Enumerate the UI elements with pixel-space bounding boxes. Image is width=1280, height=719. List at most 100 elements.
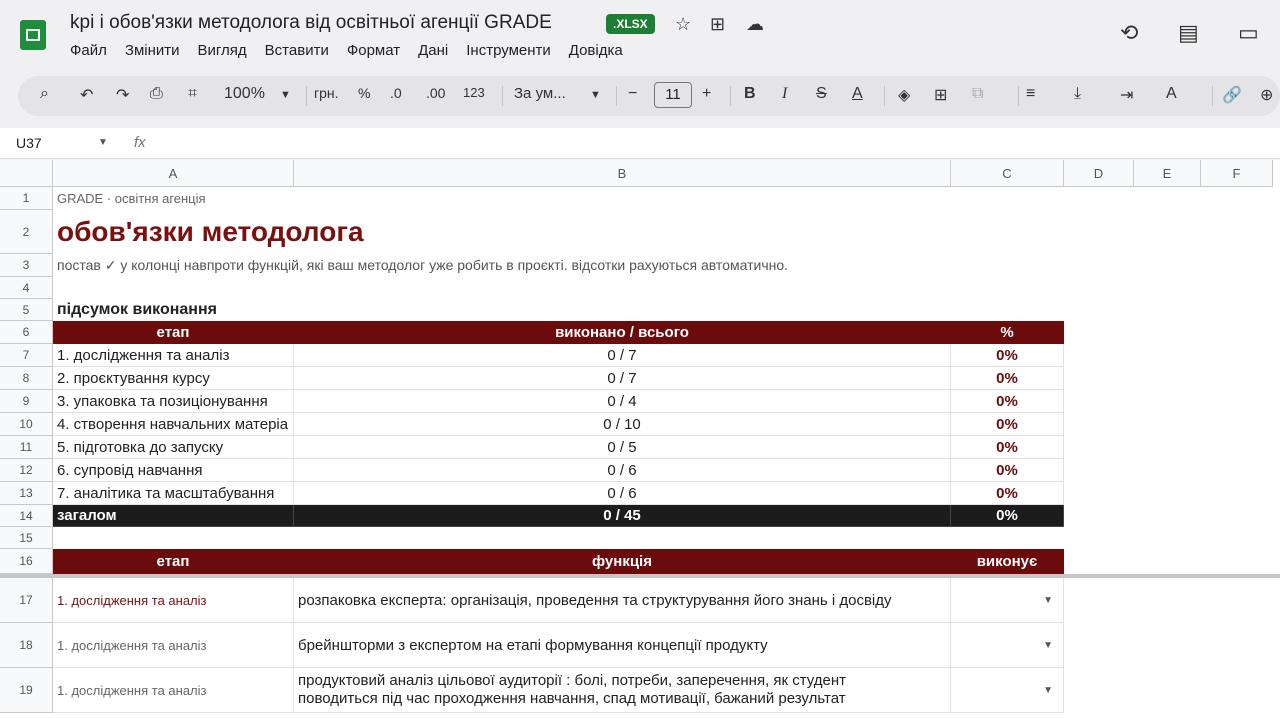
row-header-12[interactable]: 12 — [0, 459, 53, 482]
name-box[interactable]: U37 — [16, 135, 42, 151]
function-description[interactable]: брейншторми з експертом на етапі формува… — [294, 623, 951, 668]
row-header-7[interactable]: 7 — [0, 344, 53, 367]
column-header-f[interactable]: F — [1201, 160, 1273, 187]
column-header-a[interactable]: A — [53, 160, 294, 187]
insert-link-icon[interactable]: 🔗 — [1222, 85, 1242, 105]
summary-stage[interactable]: 4. створення навчальних матеріа — [53, 413, 294, 436]
name-box-dropdown-icon[interactable]: ▼ — [98, 137, 108, 148]
undo-icon[interactable]: ↶ — [80, 85, 93, 105]
select-all-corner[interactable] — [0, 160, 53, 187]
summary-done[interactable]: 0 / 4 — [294, 390, 951, 413]
horizontal-align-icon[interactable]: ≡ — [1026, 85, 1035, 103]
row-header-1[interactable]: 1 — [0, 187, 53, 210]
summary-percent[interactable]: 0% — [951, 413, 1064, 436]
print-icon[interactable]: ⎙ — [150, 85, 163, 103]
strikethrough-icon[interactable]: S — [816, 85, 827, 103]
percent-format-button[interactable]: % — [358, 85, 370, 101]
row-header-10[interactable]: 10 — [0, 413, 53, 436]
row-header-17[interactable]: 17 — [0, 578, 53, 623]
performs-dropdown[interactable]: ▼ — [951, 623, 1064, 668]
functions-header-stage[interactable]: етап — [53, 549, 294, 574]
row-header-6[interactable]: 6 — [0, 321, 53, 344]
increase-font-size-icon[interactable]: + — [702, 85, 711, 103]
summary-percent[interactable]: 0% — [951, 367, 1064, 390]
function-stage[interactable]: 1. дослідження та аналіз — [53, 623, 294, 668]
functions-header-function[interactable]: функція — [294, 549, 951, 574]
borders-icon[interactable]: ⊞ — [934, 85, 947, 105]
column-header-d[interactable]: D — [1064, 160, 1134, 187]
summary-stage[interactable]: 1. дослідження та аналіз — [53, 344, 294, 367]
summary-done[interactable]: 0 / 10 — [294, 413, 951, 436]
summary-percent[interactable]: 0% — [951, 436, 1064, 459]
cloud-status-icon[interactable]: ☁ — [746, 14, 764, 35]
menu-data[interactable]: Дані — [418, 42, 448, 59]
column-header-c[interactable]: C — [951, 160, 1064, 187]
zoom-select[interactable]: 100% — [224, 85, 265, 103]
summary-done[interactable]: 0 / 7 — [294, 344, 951, 367]
function-stage[interactable]: 1. дослідження та аналіз — [53, 578, 294, 623]
sheet-instructions[interactable]: постав ✓ у колонці навпроти функцій, які… — [53, 254, 951, 277]
italic-icon[interactable]: I — [782, 85, 787, 103]
row-header-13[interactable]: 13 — [0, 482, 53, 505]
number-format-button[interactable]: 123 — [463, 85, 485, 100]
merge-cells-icon[interactable]: ⧉ — [972, 85, 983, 103]
summary-stage[interactable]: 2. проєктування курсу — [53, 367, 294, 390]
summary-heading[interactable]: підсумок виконання — [53, 299, 951, 321]
summary-header-done[interactable]: виконано / всього — [294, 321, 951, 344]
currency-format-button[interactable]: грн. — [314, 85, 339, 101]
summary-done[interactable]: 0 / 7 — [294, 367, 951, 390]
summary-header-stage[interactable]: етап — [53, 321, 294, 344]
cell-a1[interactable]: GRADE · освітня агенція — [53, 187, 951, 210]
row-header-3[interactable]: 3 — [0, 254, 53, 277]
row-header-15[interactable]: 15 — [0, 527, 53, 549]
summary-percent[interactable]: 0% — [951, 459, 1064, 482]
column-header-b[interactable]: B — [294, 160, 951, 187]
summary-percent[interactable]: 0% — [951, 390, 1064, 413]
bold-icon[interactable]: B — [744, 85, 756, 103]
summary-percent[interactable]: 0% — [951, 482, 1064, 505]
history-icon[interactable]: ⟲ — [1120, 20, 1138, 46]
row-header-9[interactable]: 9 — [0, 390, 53, 413]
text-rotation-icon[interactable]: A — [1166, 85, 1177, 103]
dropdown-arrow-icon[interactable]: ▼ — [1043, 685, 1053, 696]
functions-header-performs[interactable]: виконує — [951, 549, 1064, 574]
decrease-font-size-icon[interactable]: − — [628, 85, 637, 103]
row-header-19[interactable]: 19 — [0, 668, 53, 713]
redo-icon[interactable]: ↷ — [116, 85, 129, 105]
move-folder-icon[interactable]: ⊞ — [710, 14, 725, 35]
vertical-align-icon[interactable]: ⤓ — [1074, 85, 1081, 103]
function-description[interactable]: розпаковка експерта: організація, провед… — [294, 578, 951, 623]
row-header-8[interactable]: 8 — [0, 367, 53, 390]
total-percent[interactable]: 0% — [951, 505, 1064, 527]
meet-icon[interactable]: ▭ — [1238, 20, 1259, 46]
summary-percent[interactable]: 0% — [951, 344, 1064, 367]
dropdown-arrow-icon[interactable]: ▼ — [1043, 595, 1053, 606]
increase-decimals-button[interactable]: .00 — [426, 85, 445, 101]
font-dropdown-icon[interactable]: ▼ — [590, 89, 601, 101]
fill-color-icon[interactable]: ◈ — [898, 85, 910, 105]
row-header-5[interactable]: 5 — [0, 299, 53, 321]
spreadsheet-grid[interactable]: A B C D E F 1 2 3 4 5 6 7 8 9 10 11 12 1… — [0, 160, 1280, 719]
paint-format-icon[interactable]: ⌗ — [188, 85, 197, 103]
row-header-4[interactable]: 4 — [0, 277, 53, 299]
summary-header-percent[interactable]: % — [951, 321, 1064, 344]
sheet-heading[interactable]: обов'язки методолога — [53, 210, 951, 254]
summary-done[interactable]: 0 / 6 — [294, 459, 951, 482]
row-header-18[interactable]: 18 — [0, 623, 53, 668]
row-header-16[interactable]: 16 — [0, 549, 53, 574]
font-select[interactable]: За ум... — [514, 85, 566, 102]
performs-dropdown[interactable]: ▼ — [951, 668, 1064, 713]
text-wrapping-icon[interactable]: ⇥ — [1120, 85, 1133, 105]
summary-stage[interactable]: 3. упаковка та позиціонування — [53, 390, 294, 413]
summary-stage[interactable]: 6. супровід навчання — [53, 459, 294, 482]
decrease-decimals-button[interactable]: .0 — [390, 85, 402, 101]
comments-icon[interactable]: ▤ — [1178, 20, 1199, 46]
menu-view[interactable]: Вигляд — [198, 42, 247, 59]
function-description[interactable]: продуктовий аналіз цільової аудиторії : … — [294, 668, 951, 713]
text-color-icon[interactable]: A — [852, 85, 863, 103]
row-header-2[interactable]: 2 — [0, 210, 53, 254]
document-title[interactable]: kpi і обов'язки методолога від освітньої… — [70, 12, 552, 34]
dropdown-arrow-icon[interactable]: ▼ — [1043, 640, 1053, 651]
menu-file[interactable]: Файл — [70, 42, 107, 59]
menu-edit[interactable]: Змінити — [125, 42, 180, 59]
